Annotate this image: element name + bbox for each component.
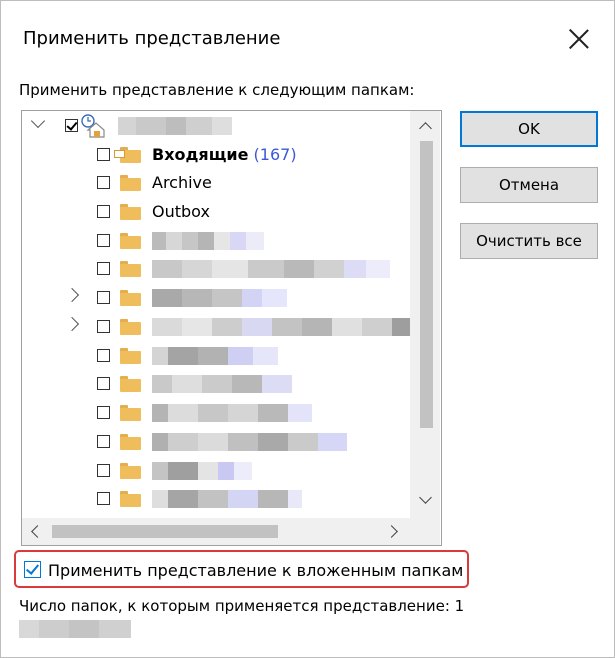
folder-name-redacted	[152, 375, 292, 393]
apply-view-dialog: Применить представление Применить предст…	[0, 0, 615, 658]
chevron-right-icon[interactable]	[64, 287, 80, 303]
folder-checkbox[interactable]	[97, 205, 110, 218]
folder-checkbox[interactable]	[97, 349, 110, 362]
folder-row-redacted[interactable]	[22, 255, 412, 283]
apply-to-subfolders-checkbox[interactable]	[24, 561, 41, 578]
vertical-scrollbar[interactable]	[410, 111, 440, 518]
folder-row-redacted[interactable]	[22, 485, 412, 513]
folder-name-redacted	[152, 260, 390, 278]
folder-row-redacted[interactable]	[22, 457, 412, 485]
folder-name-redacted	[152, 347, 278, 365]
folder-name-redacted	[152, 462, 252, 480]
inbox-folder-icon	[114, 147, 141, 163]
folder-row-redacted[interactable]	[22, 342, 412, 370]
folder-checkbox[interactable]	[97, 148, 110, 161]
folder-name-redacted	[152, 433, 347, 451]
mailbox-name-redacted	[118, 117, 232, 135]
unread-count: (167)	[253, 145, 297, 164]
folder-row-redacted[interactable]	[22, 399, 412, 427]
folder-checkbox[interactable]	[97, 492, 110, 505]
vertical-scroll-thumb[interactable]	[420, 141, 433, 428]
chevron-down-icon[interactable]	[30, 113, 46, 129]
folder-icon	[120, 290, 141, 306]
dialog-title: Применить представление	[23, 28, 281, 49]
folder-icon	[120, 376, 141, 392]
folder-name-redacted	[152, 490, 302, 508]
folder-name-redacted	[152, 289, 287, 307]
folder-name-outbox: Outbox	[152, 202, 210, 221]
scroll-right-icon[interactable]	[385, 525, 398, 538]
folder-checkbox[interactable]	[97, 176, 110, 189]
horizontal-scrollbar[interactable]	[22, 518, 440, 545]
chevron-right-icon[interactable]	[64, 316, 80, 332]
folder-icon	[120, 204, 141, 220]
folder-count-status: Число папок, к которым применяется предс…	[19, 597, 465, 615]
close-icon[interactable]	[567, 27, 591, 51]
mailbox-icon	[80, 114, 106, 138]
scroll-up-icon[interactable]	[419, 122, 432, 135]
folder-checkbox[interactable]	[97, 262, 110, 275]
apply-to-subfolders-option[interactable]: Применить представление к вложенным папк…	[14, 550, 469, 588]
ok-button[interactable]: OK	[460, 111, 598, 147]
folder-checkbox[interactable]	[97, 435, 110, 448]
folder-checkbox[interactable]	[97, 464, 110, 477]
folder-icon	[120, 175, 141, 191]
folder-name-redacted	[152, 318, 410, 336]
folder-icon	[120, 405, 141, 421]
tree-root-row[interactable]	[22, 112, 412, 140]
title-bar: Применить представление	[1, 1, 614, 73]
folder-row-redacted[interactable]	[22, 313, 412, 341]
folder-icon	[120, 261, 141, 277]
cancel-button[interactable]: Отмена	[460, 167, 598, 203]
folder-list-label: Применить представление к следующим папк…	[19, 81, 415, 99]
folder-icon	[120, 491, 141, 507]
folder-checkbox[interactable]	[97, 291, 110, 304]
folder-row-redacted[interactable]	[22, 428, 412, 456]
root-checkbox[interactable]	[65, 119, 78, 132]
folder-icon	[120, 319, 141, 335]
clear-all-button[interactable]: Очистить все	[460, 223, 598, 259]
apply-to-subfolders-label: Применить представление к вложенным папк…	[48, 561, 464, 580]
folder-row-outbox[interactable]: Outbox	[22, 198, 412, 226]
folder-name-redacted	[152, 232, 264, 250]
folder-icon	[120, 463, 141, 479]
folder-icon	[120, 434, 141, 450]
folder-checkbox[interactable]	[97, 320, 110, 333]
scroll-down-icon[interactable]	[419, 491, 432, 504]
folder-name-archive: Archive	[152, 173, 212, 192]
folder-icon	[120, 348, 141, 364]
folder-row-redacted[interactable]	[22, 370, 412, 398]
folder-row-inbox[interactable]: Входящие (167)	[22, 141, 412, 169]
horizontal-scroll-thumb[interactable]	[52, 525, 278, 538]
redacted-text	[19, 620, 131, 638]
folder-icon	[120, 233, 141, 249]
folder-checkbox[interactable]	[97, 377, 110, 390]
folder-tree[interactable]: Входящие (167) Archive Outbox	[21, 110, 442, 546]
folder-checkbox[interactable]	[97, 406, 110, 419]
scroll-left-icon[interactable]	[31, 525, 44, 538]
folder-name-redacted	[152, 404, 312, 422]
folder-name-inbox: Входящие (167)	[152, 145, 297, 164]
folder-row-archive[interactable]: Archive	[22, 169, 412, 197]
folder-row-redacted[interactable]	[22, 284, 412, 312]
folder-checkbox[interactable]	[97, 234, 110, 247]
folder-row-redacted[interactable]	[22, 227, 412, 255]
